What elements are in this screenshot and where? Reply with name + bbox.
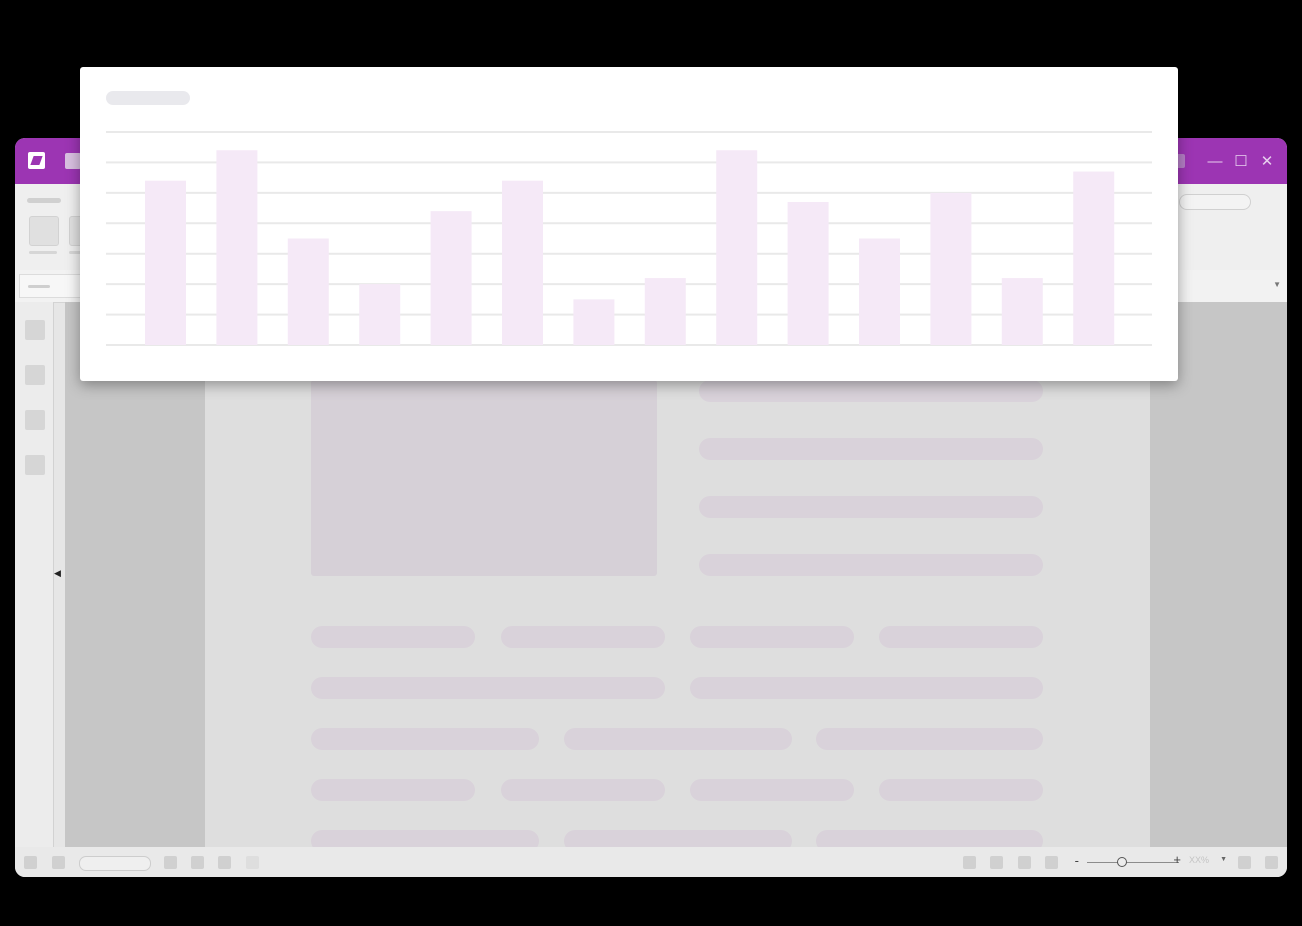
view-mode-button[interactable]	[1045, 856, 1058, 869]
zoom-slider[interactable]	[1087, 862, 1179, 863]
view-mode-button[interactable]	[990, 856, 1003, 869]
text-placeholder	[501, 626, 665, 648]
text-placeholder	[699, 380, 1043, 402]
text-placeholder	[879, 626, 1043, 648]
text-placeholder	[690, 779, 854, 801]
sidebar-item[interactable]	[25, 455, 45, 475]
text-placeholder	[699, 554, 1043, 576]
sidebar	[15, 302, 54, 847]
chart-bar	[502, 180, 543, 345]
text-placeholder	[690, 626, 854, 648]
image-placeholder	[311, 380, 657, 576]
chart-bar	[145, 180, 186, 345]
maximize-icon[interactable]: ☐	[1231, 151, 1251, 171]
minimize-icon[interactable]: —	[1205, 151, 1225, 171]
text-placeholder	[311, 728, 539, 750]
status-button[interactable]	[52, 856, 65, 869]
document-page	[205, 302, 1150, 847]
bar-chart	[106, 131, 1152, 346]
sidebar-item[interactable]	[25, 410, 45, 430]
status-button[interactable]	[246, 856, 259, 869]
sidebar-item[interactable]	[25, 365, 45, 385]
text-placeholder	[816, 728, 1043, 750]
text-placeholder	[699, 438, 1043, 460]
chart-bar	[573, 299, 615, 345]
plus-icon[interactable]: +	[1173, 852, 1181, 867]
chart-panel	[80, 67, 1178, 381]
close-icon[interactable]: ✕	[1257, 151, 1277, 171]
status-button[interactable]	[1265, 856, 1278, 869]
page-number-field[interactable]	[79, 856, 151, 871]
ribbon-button[interactable]	[29, 216, 59, 246]
chart-bar	[1001, 278, 1043, 345]
sidebar-item[interactable]	[25, 320, 45, 340]
ribbon-search-field[interactable]	[1179, 194, 1251, 210]
chart-bar	[716, 150, 758, 345]
status-button[interactable]	[191, 856, 204, 869]
minus-icon[interactable]: -	[1075, 853, 1079, 868]
chevron-left-icon[interactable]: ◀	[54, 568, 61, 579]
app-logo-icon	[28, 152, 45, 169]
ribbon-button-label	[29, 251, 57, 254]
zoom-slider-handle[interactable]	[1117, 857, 1127, 867]
chart-bar	[787, 201, 829, 345]
status-button[interactable]	[24, 856, 37, 869]
address-field[interactable]	[19, 274, 81, 298]
chevron-down-icon[interactable]: ▼	[1273, 280, 1281, 289]
window-controls: — ☐ ✕	[1205, 150, 1277, 172]
ribbon-tab-label[interactable]	[27, 198, 61, 203]
view-mode-button[interactable]	[963, 856, 976, 869]
text-placeholder	[879, 779, 1043, 801]
chart-bar	[430, 211, 472, 345]
chart-bar	[216, 150, 258, 345]
workspace	[65, 302, 1287, 847]
status-button[interactable]	[164, 856, 177, 869]
view-mode-button[interactable]	[1018, 856, 1031, 869]
chart-bar	[644, 278, 686, 345]
text-placeholder	[816, 830, 1043, 847]
chevron-down-icon[interactable]: ▼	[1220, 856, 1227, 863]
chart-bar	[287, 238, 329, 345]
text-placeholder	[699, 496, 1043, 518]
chart-bar	[1073, 171, 1115, 345]
text-placeholder	[564, 728, 792, 750]
text-placeholder	[311, 830, 539, 847]
zoom-value: XX%	[1188, 855, 1209, 865]
chart-bar	[859, 238, 900, 345]
quick-access-button[interactable]	[65, 153, 81, 169]
status-bar: - + XX% ▼	[15, 847, 1287, 877]
text-placeholder	[564, 830, 792, 847]
chart-bar	[930, 192, 972, 345]
chart-bar	[359, 284, 401, 345]
status-button[interactable]	[1238, 856, 1251, 869]
text-placeholder	[501, 779, 665, 801]
text-placeholder	[311, 677, 665, 699]
text-placeholder	[311, 626, 475, 648]
text-placeholder	[311, 779, 475, 801]
status-button[interactable]	[218, 856, 231, 869]
text-placeholder	[690, 677, 1043, 699]
